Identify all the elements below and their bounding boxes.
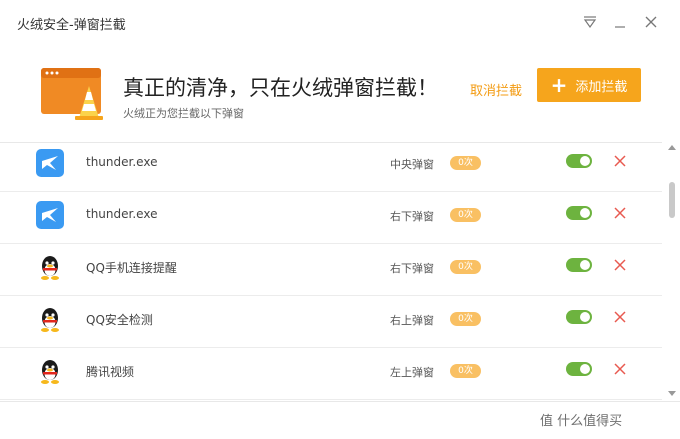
list-item: 腾讯视频 左上弹窗 0次 [0,347,662,400]
popup-type: 中央弹窗 [390,158,434,171]
popup-type: 右下弹窗 [390,210,434,223]
footer-bar: 值 什么值得买 [0,401,680,439]
list-item: thunder.exe 中央弹窗 0次 [0,143,662,192]
block-toggle[interactable] [566,154,592,168]
block-toggle[interactable] [566,310,592,324]
page-subtitle: 火绒正为您拦截以下弹窗 [123,107,244,120]
blocked-popup-list: thunder.exe 中央弹窗 0次 thunder.exe 右下弹窗 0次 … [0,142,662,402]
delete-icon[interactable] [612,361,628,377]
delete-icon[interactable] [612,153,628,169]
close-icon[interactable] [641,12,661,32]
scroll-up-arrow-icon[interactable] [668,145,676,150]
block-toggle[interactable] [566,258,592,272]
app-name: thunder.exe [86,155,158,169]
window-title: 火绒安全-弹窗拦截 [17,18,126,33]
add-block-label: 添加拦截 [575,79,628,95]
app-name: 腾讯视频 [86,365,135,379]
delete-icon[interactable] [612,309,628,325]
scroll-thumb[interactable] [669,182,675,218]
title-bar: 火绒安全-弹窗拦截 [0,0,680,44]
block-count-badge: 0次 [450,208,481,222]
scroll-down-arrow-icon[interactable] [668,391,676,396]
list-item: QQ手机连接提醒 右下弹窗 0次 [0,243,662,296]
app-name: QQ安全检测 [86,313,153,327]
app-name: thunder.exe [86,207,158,221]
page-headline: 真正的清净，只在火绒弹窗拦截！ [123,76,438,100]
list-item: thunder.exe 右下弹窗 0次 [0,191,662,244]
block-toggle[interactable] [566,206,592,220]
header-banner: 真正的清净，只在火绒弹窗拦截！ 火绒正为您拦截以下弹窗 取消拦截 + 添加拦截 [0,44,680,142]
popup-block-hero-icon [41,68,107,120]
block-count-badge: 0次 [450,260,481,274]
watermark-logo: 值 什么值得买 [540,414,623,429]
block-count-badge: 0次 [450,364,481,378]
delete-icon[interactable] [612,257,628,273]
qq-penguin-icon [36,305,64,333]
thunder-icon [36,201,64,229]
qq-penguin-icon [36,357,64,385]
block-count-badge: 0次 [450,312,481,326]
minimize-icon[interactable] [610,12,630,32]
qq-penguin-icon [36,253,64,281]
cancel-block-link[interactable]: 取消拦截 [470,80,522,99]
list-scrollbar[interactable] [664,142,680,401]
popup-type: 右上弹窗 [390,314,434,327]
popup-type: 右下弹窗 [390,262,434,275]
plus-icon: + [550,73,568,97]
list-item: QQ安全检测 右上弹窗 0次 [0,295,662,348]
block-toggle[interactable] [566,362,592,376]
menu-dropdown-icon[interactable] [580,12,600,32]
thunder-icon [36,149,64,177]
add-block-button[interactable]: + 添加拦截 [537,68,641,102]
delete-icon[interactable] [612,205,628,221]
block-count-badge: 0次 [450,156,481,170]
popup-type: 左上弹窗 [390,366,434,379]
app-name: QQ手机连接提醒 [86,261,177,275]
